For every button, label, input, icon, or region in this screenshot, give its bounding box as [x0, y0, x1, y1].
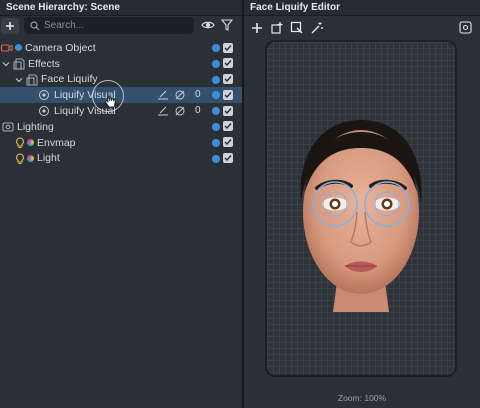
- check-icon: [224, 123, 232, 130]
- check-icon: [224, 44, 232, 51]
- tree-item-camera-object[interactable]: Camera Object: [0, 40, 242, 56]
- item-tool-icons: [157, 89, 186, 101]
- enabled-checkbox[interactable]: [223, 74, 233, 85]
- item-count: 0: [195, 105, 201, 117]
- eye-icon[interactable]: [201, 18, 215, 32]
- enabled-checkbox[interactable]: [223, 137, 233, 148]
- editor-canvas[interactable]: [265, 40, 457, 377]
- check-icon: [224, 107, 232, 114]
- enabled-checkbox[interactable]: [223, 89, 233, 100]
- zoom-indicator: Zoom: 100%: [337, 393, 387, 403]
- visibility-dot[interactable]: [212, 122, 220, 131]
- camera-icon: [1, 44, 13, 52]
- add-point-icon[interactable]: [270, 21, 284, 35]
- tree-item-label: Effects: [28, 57, 60, 70]
- visibility-dot[interactable]: [212, 154, 220, 163]
- bulb-icon: [16, 137, 24, 148]
- camera-dot-icon: [15, 44, 22, 51]
- color-wheel-icon: [27, 154, 34, 162]
- tree-item-effects[interactable]: Effects: [0, 56, 242, 72]
- face-image: [300, 120, 422, 312]
- lighting-icon: [2, 122, 14, 132]
- bulb-icon: [16, 153, 24, 164]
- editor-toolbar: [244, 16, 480, 40]
- face-liquify-editor-panel: Face Liquify Editor Zoom: 100%: [244, 0, 480, 408]
- enabled-checkbox[interactable]: [223, 153, 233, 164]
- visibility-dot[interactable]: [212, 138, 220, 147]
- enabled-checkbox[interactable]: [223, 105, 233, 116]
- tree-item-label: Envmap: [37, 136, 76, 149]
- color-wheel-icon: [27, 138, 34, 146]
- search-icon: [30, 20, 40, 30]
- magic-wand-icon[interactable]: [310, 21, 324, 35]
- tree-item-light[interactable]: Light: [0, 151, 242, 167]
- hierarchy-panel-title: Scene Hierarchy: Scene: [0, 0, 242, 16]
- scene-hierarchy-panel: Scene Hierarchy: Scene Camera Object Eff…: [0, 0, 242, 408]
- chevron-down-icon[interactable]: [2, 60, 10, 68]
- enabled-checkbox[interactable]: [223, 58, 233, 69]
- plus-icon: [6, 22, 14, 30]
- layer-icon[interactable]: [157, 89, 169, 101]
- visibility-dot[interactable]: [212, 44, 220, 52]
- check-icon: [224, 155, 232, 162]
- visibility-dot[interactable]: [212, 91, 220, 100]
- liquify-visual-icon: [39, 90, 49, 101]
- layer-icon[interactable]: [157, 105, 169, 117]
- tree-item-envmap[interactable]: Envmap: [0, 135, 242, 151]
- tree-item-label: Light: [37, 152, 60, 165]
- check-icon: [224, 139, 232, 146]
- filter-icon[interactable]: [220, 18, 234, 32]
- hierarchy-toolbar: [0, 16, 242, 36]
- face-liquify-icon: [26, 74, 38, 86]
- plus-icon[interactable]: [251, 22, 263, 34]
- select-region-icon[interactable]: [290, 21, 304, 35]
- enabled-checkbox[interactable]: [223, 121, 233, 132]
- enabled-checkbox[interactable]: [223, 42, 233, 53]
- tree-item-label: Face Liquify: [41, 73, 98, 86]
- item-count: 0: [195, 89, 201, 101]
- tree-item-label: Lighting: [17, 120, 54, 133]
- search-input[interactable]: [44, 20, 184, 31]
- visibility-dot[interactable]: [212, 107, 220, 116]
- hand-cursor-icon: [105, 94, 116, 108]
- effects-icon: [13, 58, 25, 70]
- tree-item-lighting[interactable]: Lighting: [0, 119, 242, 135]
- chevron-down-icon[interactable]: [15, 76, 23, 84]
- visibility-dot[interactable]: [212, 75, 220, 84]
- add-object-button[interactable]: [1, 18, 19, 34]
- hidden-icon[interactable]: [174, 89, 186, 101]
- check-icon: [224, 60, 232, 67]
- liquify-visual-icon: [39, 106, 49, 117]
- hidden-icon[interactable]: [174, 105, 186, 117]
- check-icon: [224, 76, 232, 83]
- check-icon: [224, 91, 232, 98]
- tree-item-label: Camera Object: [25, 41, 96, 54]
- item-tool-icons: [157, 105, 186, 117]
- editor-panel-title: Face Liquify Editor: [244, 0, 480, 16]
- screenshot-icon[interactable]: [459, 21, 472, 34]
- tree-item-liquify-visual-2[interactable]: Liquify Visual 0: [0, 103, 242, 119]
- tree-item-face-liquify[interactable]: Face Liquify: [0, 72, 242, 88]
- visibility-dot[interactable]: [212, 59, 220, 68]
- hierarchy-search[interactable]: [24, 17, 194, 34]
